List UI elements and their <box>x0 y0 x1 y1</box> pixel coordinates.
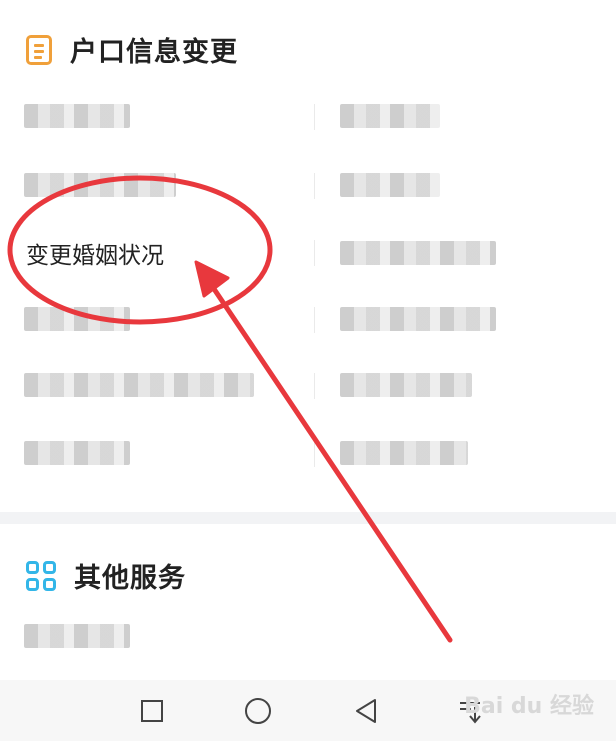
section-divider <box>0 512 616 524</box>
blurred-item[interactable] <box>340 441 468 465</box>
hukou-section-title: 户口信息变更 <box>70 37 238 68</box>
home-button[interactable] <box>228 680 288 741</box>
blurred-item[interactable] <box>340 104 440 128</box>
back-icon <box>356 698 376 723</box>
blurred-item[interactable] <box>24 104 130 128</box>
other-section-header: 其他服务 <box>26 556 186 595</box>
other-section-title: 其他服务 <box>74 563 186 594</box>
recent-apps-icon <box>141 699 163 722</box>
blurred-item[interactable] <box>24 373 254 397</box>
blurred-item[interactable] <box>24 307 130 331</box>
hukou-section-header: 户口信息变更 <box>26 30 238 69</box>
back-button[interactable] <box>336 680 396 741</box>
home-icon <box>245 697 271 724</box>
blurred-item[interactable] <box>24 441 130 465</box>
change-marital-status-item[interactable]: 变更婚姻状况 <box>26 236 164 270</box>
document-icon <box>26 34 52 65</box>
baidu-jingyan-watermark: Bai du 经验 <box>464 694 594 719</box>
other-services-section: 其他服务 <box>0 524 616 680</box>
blurred-item[interactable] <box>24 624 130 648</box>
recent-apps-button[interactable] <box>122 680 182 741</box>
blurred-item[interactable] <box>340 241 496 265</box>
blurred-item[interactable] <box>340 373 472 397</box>
blurred-item[interactable] <box>24 173 176 197</box>
blurred-item[interactable] <box>340 173 440 197</box>
grid-icon <box>26 560 56 591</box>
blurred-item[interactable] <box>340 307 496 331</box>
hukou-section: 户口信息变更 变更婚姻状况 <box>0 0 616 512</box>
